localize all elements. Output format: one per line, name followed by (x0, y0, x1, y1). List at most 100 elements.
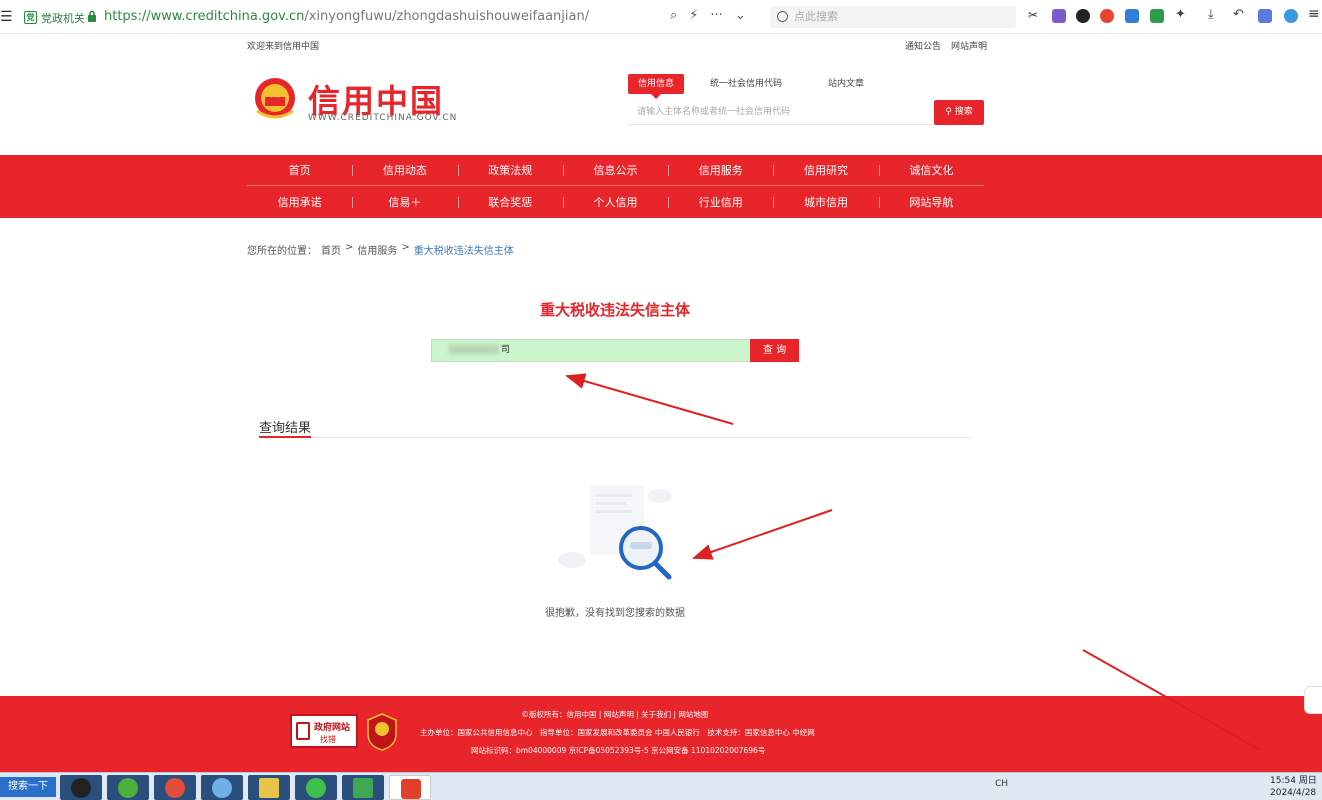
nav-item-home[interactable]: 首页 (247, 155, 352, 185)
no-results-illustration (558, 485, 672, 580)
browser-search-input[interactable]: 点此搜索 (770, 6, 1016, 28)
result-divider (259, 437, 972, 438)
taskbar-app-360[interactable] (107, 775, 149, 800)
party-organ-badge-icon[interactable] (365, 712, 399, 752)
header-search-input[interactable]: 请输入主体名称或者统一社会信用代码 (628, 100, 934, 125)
nav-item-industry[interactable]: 行业信用 (668, 187, 773, 218)
chrome-icon (165, 778, 185, 798)
nav-item-research[interactable]: 信用研究 (773, 155, 878, 185)
tab-credit-info[interactable]: 信用信息 (628, 74, 685, 99)
taskbar-app-screen[interactable] (342, 775, 384, 800)
nav-item-joint-rewards[interactable]: 联合奖惩 (457, 187, 563, 218)
footer-copyright: ©版权所有：信用中国 | 网站声明 | 关于我们 | 网站地图 (521, 710, 709, 719)
notice-link[interactable]: 通知公告 (905, 39, 941, 52)
weibo-icon[interactable] (1100, 9, 1114, 23)
lock-icon (88, 10, 96, 22)
browser-search-placeholder: 点此搜索 (794, 10, 838, 23)
lightning-icon[interactable]: ⚡ (689, 8, 698, 23)
system-tray[interactable]: CH (995, 779, 1008, 789)
redacted-text (449, 345, 499, 354)
breadcrumb-services[interactable]: 信用服务 (357, 242, 397, 257)
address-bar[interactable]: https://www.creditchina.gov.cn/xinyongfu… (104, 9, 589, 24)
extension-icon[interactable] (1284, 9, 1298, 23)
welcome-text: 欢迎来到信用中国 (247, 42, 320, 52)
nav-item-sitemap[interactable]: 网站导航 (878, 187, 984, 218)
arrow-to-input (565, 373, 734, 425)
breadcrumb-prefix: 您所在的位置： (247, 246, 317, 257)
site-badge[interactable]: 党 党政机关 (24, 9, 85, 26)
messenger-icon (212, 778, 232, 798)
chevron-down-icon[interactable]: ⌄ (735, 8, 746, 23)
more-icon[interactable]: ··· (710, 8, 722, 23)
wechat-icon (306, 778, 326, 798)
mail-icon[interactable] (1125, 9, 1139, 23)
nav-item-city[interactable]: 城市信用 (773, 187, 878, 218)
extension-icon[interactable] (1150, 9, 1164, 23)
download-icon[interactable]: ⤓ (1208, 7, 1222, 22)
tab-site-articles[interactable]: 站内文章 (818, 74, 874, 94)
gov-site-icon: 党 (24, 11, 37, 24)
taskbar-app-wps[interactable] (389, 775, 431, 800)
qq-icon (71, 778, 91, 798)
empty-message: 很抱歉，没有找到您搜索的数据 (545, 608, 685, 619)
folder-icon (259, 778, 279, 798)
nav-item-xinyi-plus[interactable]: 信易＋ (352, 187, 457, 218)
menu-icon[interactable]: ≡ (1308, 6, 1322, 22)
breadcrumb-separator: > (401, 242, 410, 253)
header-search-placeholder: 请输入主体名称或者统一社会信用代码 (637, 107, 791, 117)
nav-item-policy[interactable]: 政策法规 (457, 155, 563, 185)
input-language[interactable]: CH (995, 779, 1008, 789)
page-title: 重大税收违法失信主体 (539, 301, 690, 319)
extension-icon[interactable] (1076, 9, 1090, 23)
extension-icon[interactable] (1052, 9, 1066, 23)
taskbar-app-folder[interactable] (248, 775, 290, 800)
clock[interactable]: 15:54 周日 2024/4/28 (1270, 775, 1317, 799)
site-header: 信用中国 WWW.CREDITCHINA.GOV.CN 信用信息 统一社会信用代… (0, 56, 1322, 154)
nav-item-culture[interactable]: 诚信文化 (878, 155, 984, 185)
nav-item-disclosure[interactable]: 信息公示 (562, 155, 668, 185)
result-heading: 查询结果 (259, 421, 312, 436)
taskbar-app-messenger[interactable] (201, 775, 243, 800)
nav-item-commitment[interactable]: 信用承诺 (247, 187, 352, 218)
zoom-icon[interactable]: ⌕ (670, 8, 677, 23)
search-icon (777, 11, 788, 22)
nav-item-news[interactable]: 信用动态 (352, 155, 457, 185)
badge-line2: 找错 (320, 735, 336, 744)
gov-website-error-badge[interactable]: 政府网站 找错 (290, 714, 358, 748)
menu-icon[interactable]: ☰ (0, 9, 13, 25)
header-search-button[interactable]: ⚲ 搜索 (934, 100, 984, 125)
footer-organizers: 主办单位：国家公共信用信息中心 指导单位：国家发展和改革委员会 中国人民银行 技… (420, 728, 815, 737)
document-icon (296, 722, 310, 740)
arrow-to-illustration (692, 509, 833, 560)
site-badge-label: 党政机关 (41, 11, 85, 25)
wps-icon (401, 779, 421, 799)
tab-social-credit-code[interactable]: 统一社会信用代码 (700, 74, 792, 94)
result-heading-underline (259, 436, 311, 438)
ai-icon[interactable] (1258, 9, 1272, 23)
breadcrumb: 您所在的位置： 首页 > 信用服务 > 重大税收违法失信主体 (247, 242, 514, 257)
badge-line1: 政府网站 (314, 723, 351, 733)
url-path: /xinyongfuwu/zhongdashuishouweifaanjian/ (304, 9, 590, 24)
statement-link[interactable]: 网站声明 (951, 39, 987, 52)
query-button[interactable]: 查 询 (750, 339, 799, 362)
monitor-icon (353, 778, 373, 798)
os-taskbar: 搜索一下 CH 15:54 周日 2024/4/28 (0, 772, 1322, 800)
taskbar-app-wechat[interactable] (295, 775, 337, 800)
national-emblem-icon (255, 78, 295, 119)
taskbar-search-button[interactable]: 搜索一下 (0, 777, 56, 797)
nav-item-personal[interactable]: 个人信用 (562, 187, 668, 218)
query-input[interactable]: 司 (431, 339, 751, 362)
taskbar-app-qq[interactable] (60, 775, 102, 800)
taskbar-app-chrome[interactable] (154, 775, 196, 800)
top-strip: 欢迎来到信用中国 通知公告 网站声明 (0, 34, 1322, 56)
search-icon: ⚲ (945, 107, 952, 117)
nav-item-services[interactable]: 信用服务 (668, 155, 773, 185)
breadcrumb-home[interactable]: 首页 (321, 242, 341, 257)
query-value: 司 (501, 345, 511, 355)
browser-toolbar: ☰ 党 党政机关 https://www.creditchina.gov.cn/… (0, 0, 1322, 34)
puzzle-icon[interactable]: ✦ (1175, 7, 1189, 22)
footer-icp: 网站标识码：bm04000009 京ICP备05052393号-5 京公网安备 … (471, 746, 766, 755)
undo-icon[interactable]: ↶ (1233, 7, 1247, 22)
scissors-icon[interactable]: ✂ (1028, 8, 1042, 22)
side-float-button[interactable] (1304, 686, 1322, 714)
